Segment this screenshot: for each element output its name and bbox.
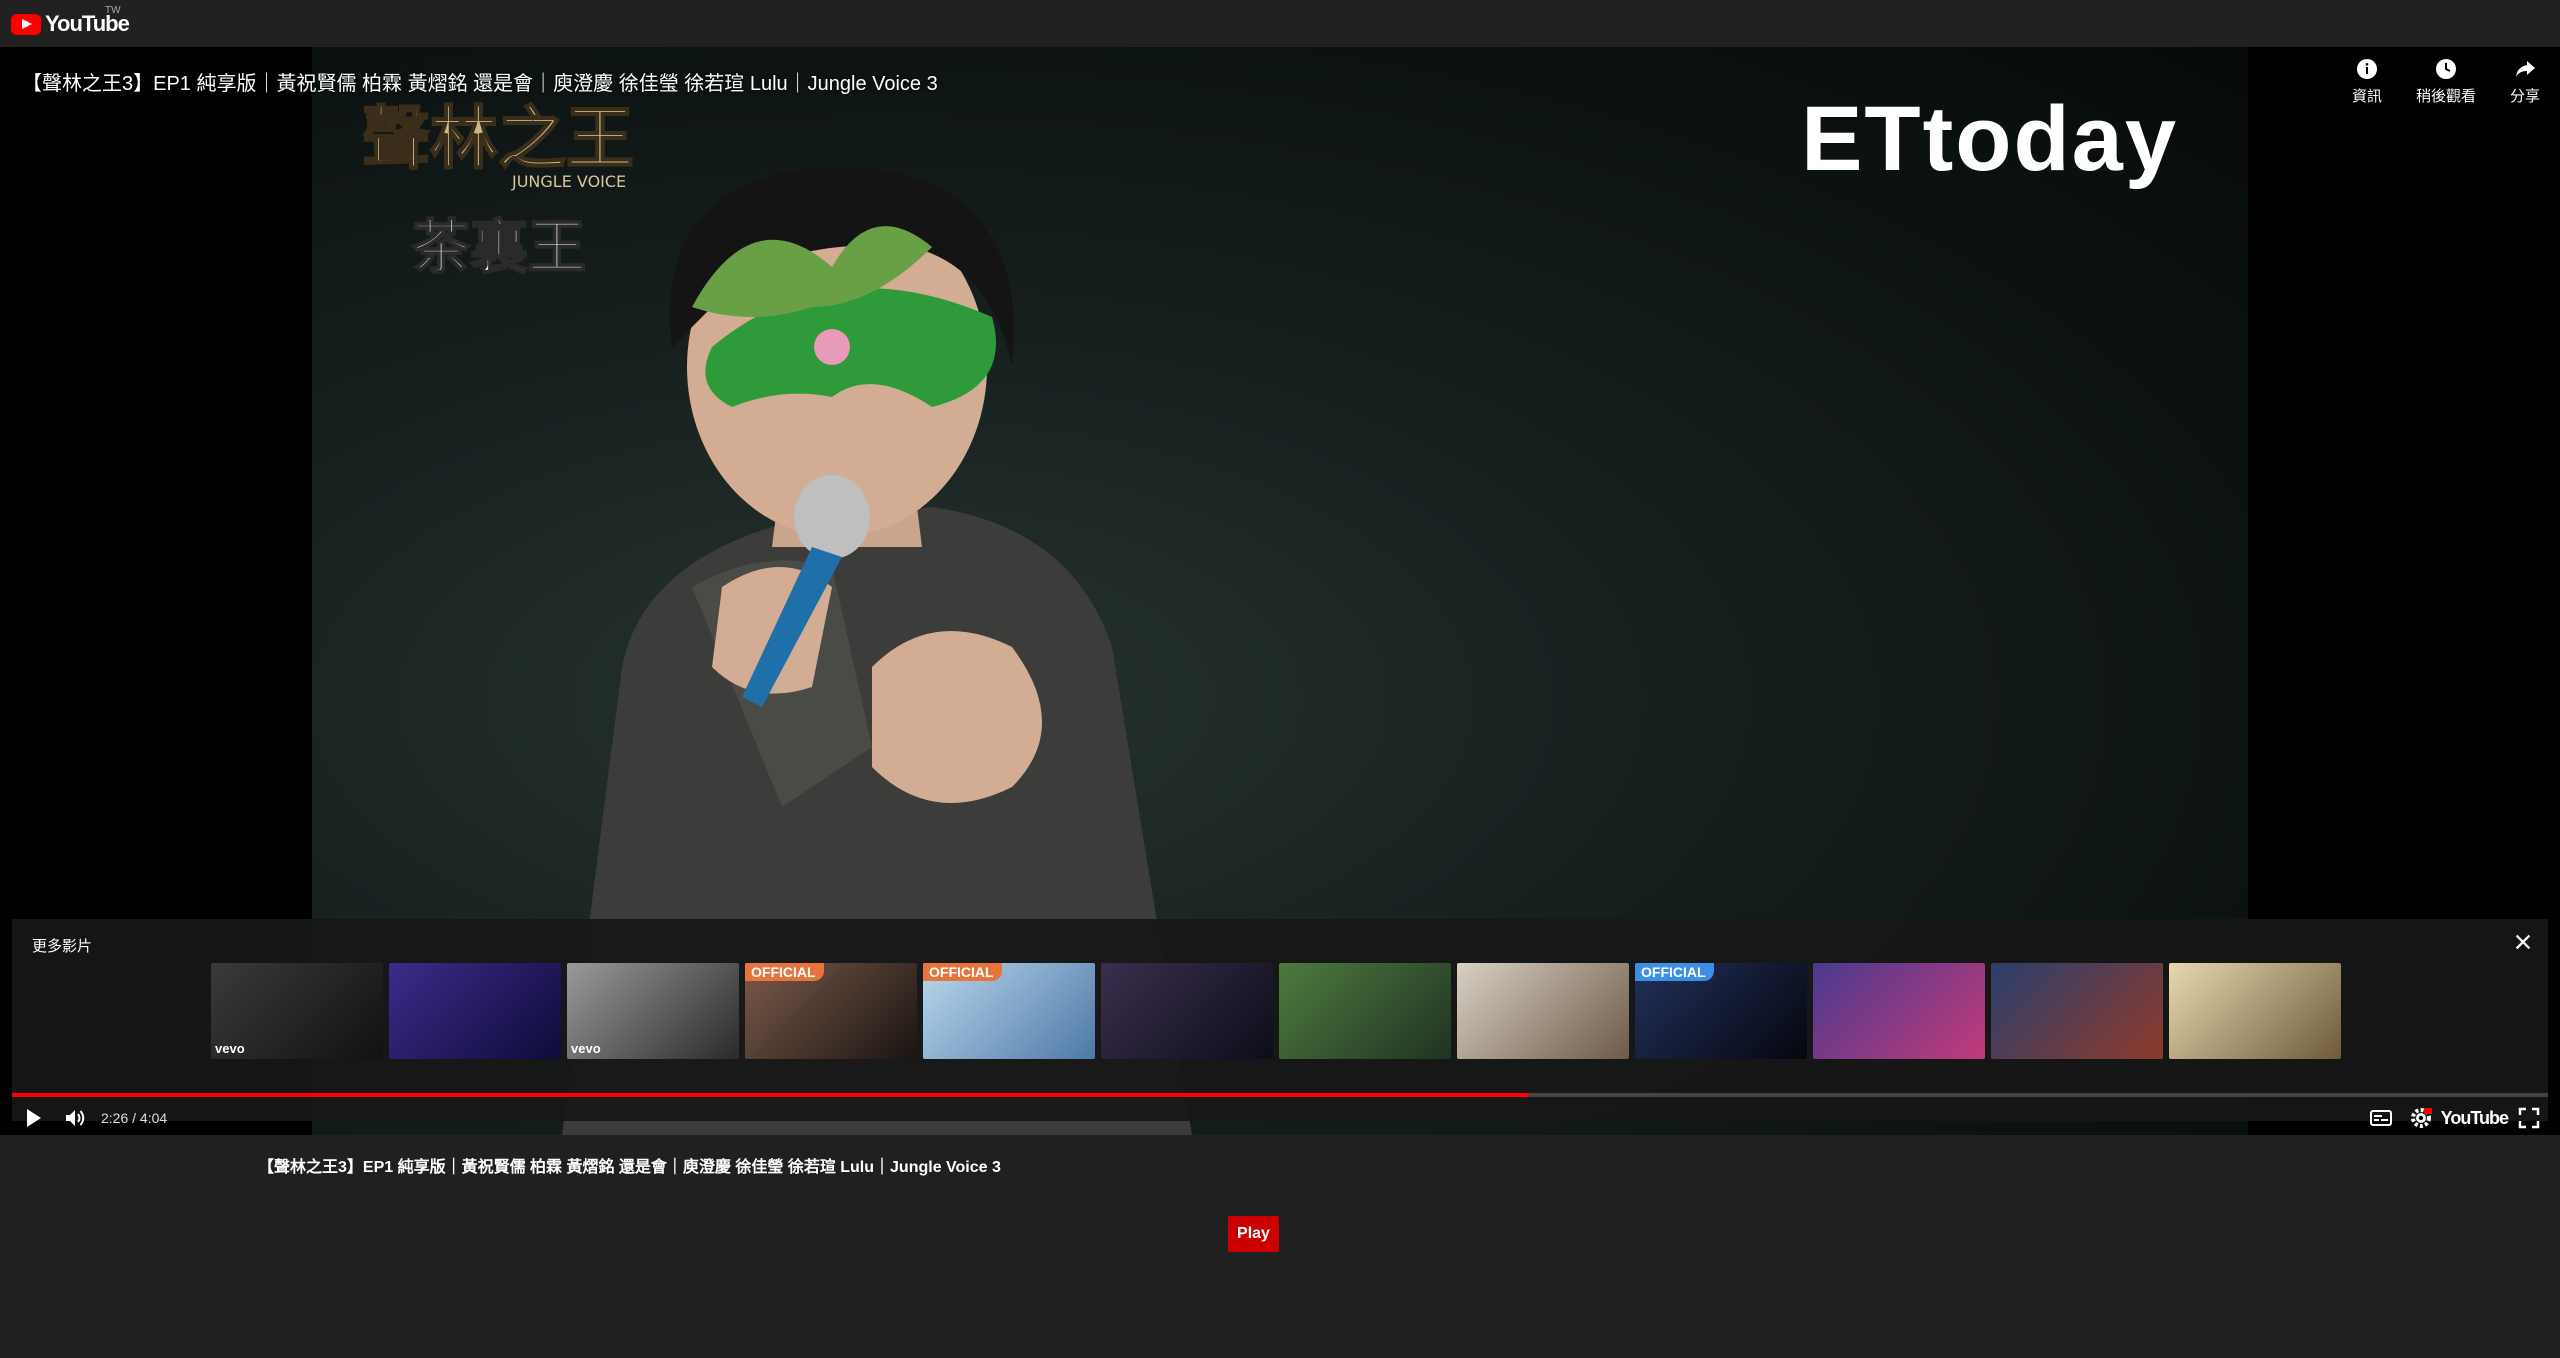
show-logo-title: 聲林之王 [362, 99, 634, 179]
youtube-watch-link[interactable]: YouTube [2441, 1108, 2509, 1129]
video-thumbnail[interactable] [1991, 963, 2163, 1059]
youtube-play-icon [11, 13, 41, 35]
thumbnail-tag: OFFICIAL [1635, 963, 1714, 981]
share-label: 分享 [2509, 88, 2540, 105]
video-thumbnail[interactable]: OFFICIAL [923, 963, 1095, 1059]
more-videos-title: 更多影片 [32, 938, 93, 955]
watch-later-button[interactable]: 稍後觀看 [2416, 57, 2476, 106]
subtitles-button[interactable] [2366, 1103, 2396, 1133]
play-pause-button[interactable] [18, 1103, 48, 1133]
region-code: TW [105, 5, 121, 16]
play-button[interactable]: Play [1228, 1216, 1279, 1252]
fullscreen-button[interactable] [2514, 1103, 2544, 1133]
mute-button[interactable] [60, 1103, 90, 1133]
control-bar: 2:26 / 4:04 YouTube [0, 1101, 2560, 1135]
video-thumbnail[interactable] [1813, 963, 1985, 1059]
info-label: 資訊 [2351, 88, 2382, 105]
video-thumbnail[interactable] [389, 963, 561, 1059]
progress-bar[interactable] [12, 1093, 2548, 1097]
close-icon[interactable] [2512, 931, 2534, 953]
share-button[interactable]: 分享 [2510, 57, 2540, 106]
video-thumbnail[interactable]: OFFICIAL [1635, 963, 1807, 1059]
video-thumbnail[interactable]: OFFICIAL [745, 963, 917, 1059]
video-thumbnail[interactable] [2169, 963, 2341, 1059]
show-logo-subtitle: JUNGLE VOICE [511, 172, 626, 191]
video-thumbnail[interactable] [1457, 963, 1629, 1059]
show-logo: 聲林之王 JUNGLE VOICE 茶裏王 [361, 98, 635, 282]
fullscreen-icon [2518, 1107, 2540, 1129]
vevo-label: vevo [571, 1041, 601, 1056]
settings-button[interactable] [2406, 1103, 2436, 1133]
time-separator: / [128, 1110, 140, 1126]
more-videos-panel: 更多影片 vevo vevo OFFICIAL OFFICIAL OFFICIAL [12, 919, 2548, 1121]
play-icon [27, 1109, 41, 1127]
current-time: 2:26 [101, 1110, 129, 1126]
video-player[interactable]: 聲林之王 JUNGLE VOICE 茶裏王 ETtoday 【聲林之王3】EP1… [0, 47, 2560, 1135]
info-button[interactable]: 資訊 [2352, 57, 2382, 106]
thumbnail-tag: OFFICIAL [745, 963, 824, 981]
video-title[interactable]: 【聲林之王3】EP1 純享版｜黃祝賢儒 柏霖 黃熠銘 還是會｜庾澄慶 徐佳瑩 徐… [22, 67, 938, 96]
vevo-label: vevo [215, 1041, 245, 1056]
brand-watermark: ETtoday [1801, 88, 2178, 190]
top-bar: YouTube TW [0, 0, 2560, 47]
video-thumbnail[interactable] [1279, 963, 1451, 1059]
time-display: 2:26 / 4:04 [101, 1110, 167, 1126]
share-icon [2515, 61, 2535, 77]
video-thumbnail[interactable]: vevo [567, 963, 739, 1059]
sponsor-logo: 茶裏王 [412, 213, 586, 281]
more-videos-list: vevo vevo OFFICIAL OFFICIAL OFFICIAL [211, 963, 2341, 1059]
progress-played [12, 1093, 1529, 1097]
video-thumbnail[interactable] [1101, 963, 1273, 1059]
subtitles-icon [2370, 1110, 2392, 1126]
video-thumbnail[interactable]: vevo [211, 963, 383, 1059]
watch-later-label: 稍後觀看 [2415, 88, 2476, 105]
clock-icon [2435, 59, 2456, 79]
volume-icon [66, 1110, 85, 1126]
gear-icon [2411, 1108, 2432, 1128]
top-actions: 資訊 稍後觀看 分享 [2352, 57, 2540, 106]
below-video-title: 【聲林之王3】EP1 純享版｜黃祝賢儒 柏霖 黃熠銘 還是會｜庾澄慶 徐佳瑩 徐… [258, 1159, 1001, 1176]
info-icon [2356, 59, 2377, 79]
thumbnail-tag: OFFICIAL [923, 963, 1002, 981]
duration: 4:04 [139, 1110, 168, 1126]
